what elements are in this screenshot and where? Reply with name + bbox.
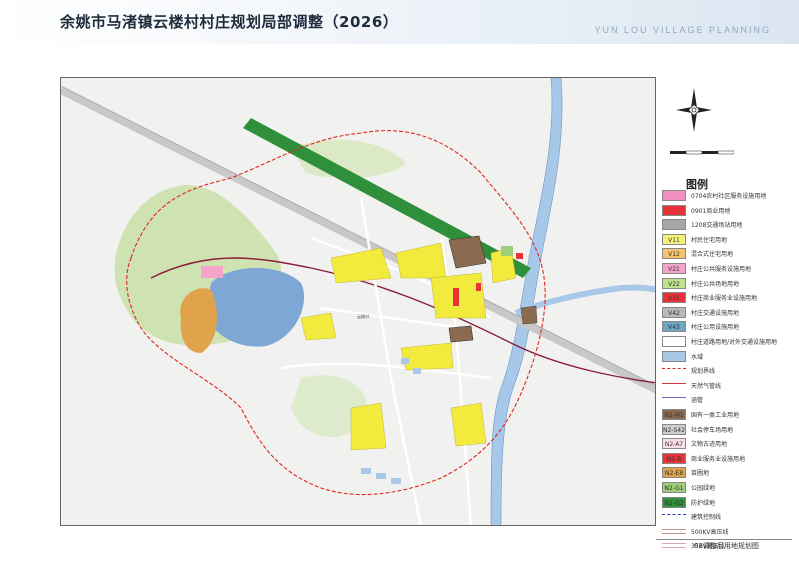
legend-item-label: 500KV高压线 bbox=[691, 528, 729, 536]
village-label: 云楼村 bbox=[357, 313, 369, 319]
legend-item: N2-E8 苗圃地 bbox=[662, 467, 787, 479]
legend-item-label: 1208交通场站用地 bbox=[691, 222, 743, 230]
legend-item: N2-A7 文物古迹用地 bbox=[662, 438, 787, 450]
solid-swatch-icon bbox=[662, 350, 686, 362]
legend-item-label: 公园绿地 bbox=[691, 485, 716, 492]
legend-item: 建筑控制线 bbox=[662, 511, 787, 523]
code-swatch-icon: V31 bbox=[662, 292, 686, 304]
legend-item-label: 村庄交通设施用地 bbox=[691, 309, 740, 317]
legend-item: V43 村庄公用设施用地 bbox=[662, 321, 787, 333]
legend-item: V11 村民住宅用地 bbox=[662, 233, 787, 246]
page-title: 余姚市马渚镇云楼村村庄规划局部调整（2026） bbox=[60, 13, 399, 31]
code-swatch-icon: V12 bbox=[662, 248, 686, 260]
river-branch bbox=[514, 284, 655, 316]
map-canvas: 云楼村 bbox=[61, 78, 655, 525]
legend-item: N2-G1 公园绿地 bbox=[662, 482, 787, 494]
legend-item: 村庄道路用地/对外交通设施用地 bbox=[662, 336, 787, 348]
legend-item: V22 村庄公共场地用地 bbox=[662, 277, 787, 290]
line-icon bbox=[662, 382, 686, 389]
legend-item: 1208交通场站用地 bbox=[662, 219, 787, 231]
legend-item-label: 村庄公共服务设施用地 bbox=[691, 266, 752, 273]
code-swatch-icon: V21 bbox=[662, 263, 686, 274]
industrial-area bbox=[448, 235, 487, 269]
code-swatch-icon: V43 bbox=[662, 321, 686, 333]
legend-item: V21 村庄公共服务设施用地 bbox=[662, 263, 787, 275]
dashed-line-icon bbox=[662, 514, 686, 520]
legend-panel: 图例 0704农村社区服务设施用地 0901商业用地 1208交通场站用地 V11 村民… bbox=[662, 88, 787, 550]
legend-item: 涵管 bbox=[662, 394, 787, 406]
north-arrow-icon bbox=[676, 88, 712, 132]
legend-item: N2-M1 国有一类工业用地 bbox=[662, 409, 787, 421]
legend-item: 500KV高压线 bbox=[662, 526, 787, 538]
code-swatch-icon: V22 bbox=[662, 277, 686, 289]
solid-swatch-icon bbox=[662, 190, 686, 201]
legend-item-label: 村庄公用设施用地 bbox=[691, 324, 740, 332]
legend-item: V42 村庄交通设施用地 bbox=[662, 306, 787, 319]
legend-item-label: 0704农村社区服务设施用地 bbox=[691, 193, 767, 200]
legend-item: 0704农村社区服务设施用地 bbox=[662, 190, 787, 202]
park-green-area bbox=[501, 246, 513, 256]
legend-item: N2-S42 社会停车场用地 bbox=[662, 423, 787, 436]
legend-item-label: 社会停车场用地 bbox=[691, 426, 734, 434]
dashed-line-icon bbox=[662, 368, 686, 374]
legend-item-label: 混合式住宅用地 bbox=[691, 251, 734, 259]
legend-item-label: 村庄商业服务业设施用地 bbox=[691, 295, 758, 303]
code-swatch-icon: N2-B bbox=[662, 452, 686, 464]
legend-item-label: 村庄公共场地用地 bbox=[691, 280, 740, 288]
legend-item: 规划界线 bbox=[662, 365, 787, 377]
legend-item-label: 国有一类工业用地 bbox=[691, 412, 740, 419]
legend-item-label: 水域 bbox=[691, 353, 704, 361]
legend-item-label: 0901商业用地 bbox=[691, 207, 731, 215]
footer-divider bbox=[656, 539, 792, 540]
brand-subtitle: YUN LOU VILLAGE PLANNING bbox=[594, 25, 771, 35]
code-swatch-icon: V42 bbox=[662, 306, 686, 318]
code-swatch-icon: N2-E8 bbox=[662, 467, 686, 479]
legend-item-label: 村民住宅用地 bbox=[691, 236, 728, 244]
double-line-icon bbox=[662, 528, 686, 534]
double-line-icon bbox=[662, 543, 686, 549]
land-use-map[interactable]: 云楼村 bbox=[60, 77, 656, 526]
legend-item: 天然气管线 bbox=[662, 380, 787, 392]
legend-item-label: 涵管 bbox=[691, 397, 704, 405]
legend-item: V12 混合式住宅用地 bbox=[662, 248, 787, 260]
legend-item-label: 防护绿地 bbox=[691, 499, 716, 507]
legend-item: 0901商业用地 bbox=[662, 204, 787, 217]
legend-item-label: 文物古迹用地 bbox=[691, 441, 728, 449]
scale-bar-icon bbox=[670, 150, 734, 155]
solid-swatch-icon bbox=[662, 219, 686, 231]
industrial-area bbox=[520, 305, 538, 325]
legend-item: N2-B 商业服务业设施用地 bbox=[662, 452, 787, 465]
code-swatch-icon: N2-G1 bbox=[662, 482, 686, 493]
solid-swatch-icon bbox=[662, 336, 686, 347]
legend-item-label: 村庄道路用地/对外交通设施用地 bbox=[691, 339, 778, 346]
industrial-area bbox=[448, 325, 474, 343]
legend-item-label: 规划界线 bbox=[691, 368, 716, 376]
code-swatch-icon: N2-A7 bbox=[662, 438, 686, 450]
code-swatch-icon: N2-S42 bbox=[662, 423, 686, 435]
sheet-label: 03调整后用地规划图 bbox=[694, 542, 759, 550]
legend-item-label: 商业服务业设施用地 bbox=[691, 455, 746, 463]
code-swatch-icon: N2-G2 bbox=[662, 496, 686, 508]
code-swatch-icon: N2-M1 bbox=[662, 409, 686, 420]
legend-item: N2-G2 防护绿地 bbox=[662, 496, 787, 509]
line-icon bbox=[662, 397, 686, 403]
legend-item-label: 建筑控制线 bbox=[691, 514, 722, 522]
legend-item-label: 天然气管线 bbox=[691, 382, 722, 390]
code-swatch-icon: V11 bbox=[662, 233, 686, 245]
park-green-area bbox=[201, 266, 223, 278]
legend-item-label: 苗圃地 bbox=[691, 470, 710, 478]
legend-item: V31 村庄商业服务业设施用地 bbox=[662, 292, 787, 304]
header-banner: 余姚市马渚镇云楼村村庄规划局部调整（2026） YUN LOU VILLAGE … bbox=[0, 0, 799, 44]
legend-item: 水域 bbox=[662, 350, 787, 363]
solid-swatch-icon bbox=[662, 204, 686, 216]
